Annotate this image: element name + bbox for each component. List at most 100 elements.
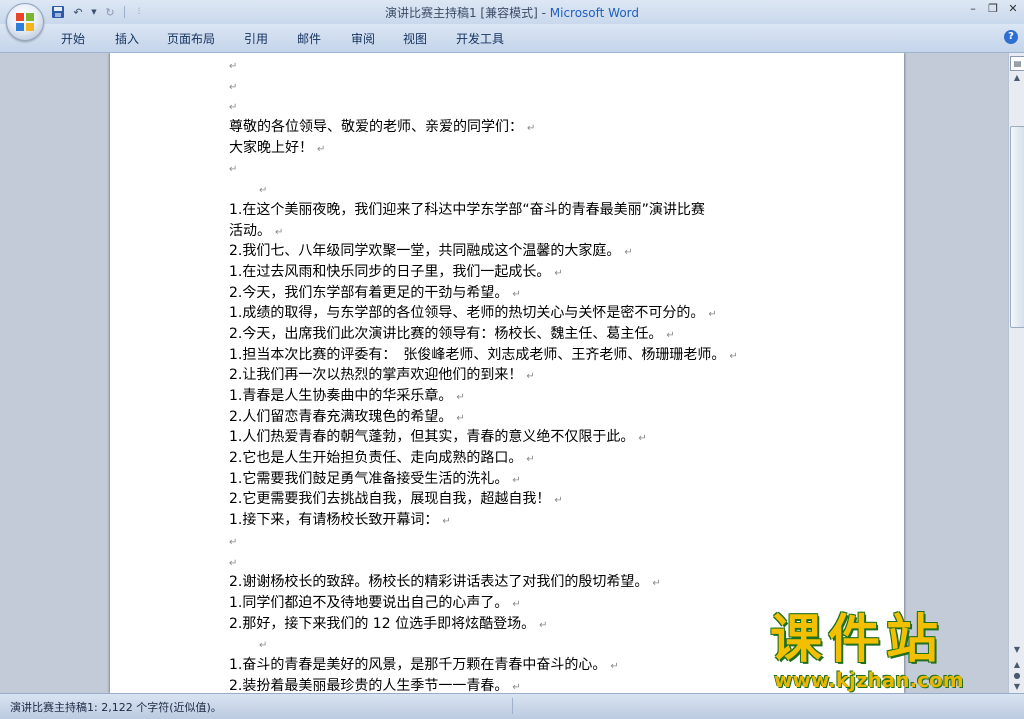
- document-line[interactable]: 1.奋斗的青春是美好的风景，是那千万颗在青春中奋斗的心。 ↵: [229, 655, 829, 676]
- paragraph-mark: ↵: [729, 350, 738, 362]
- document-title: 演讲比赛主持稿1 [兼容模式] -: [384, 6, 550, 20]
- document-workspace: ↵ ↵ ↵ 尊敬的各位领导、敬爱的老师、亲爱的同学们： ↵ 大家晚上好！ ↵ ↵ ↵ 1.在这个美…: [0, 53, 1008, 693]
- document-line-text: 1.人们热爱青春的朝气蓬勃，但其实，青春的意义绝不仅限于此。: [229, 429, 635, 446]
- paragraph-mark: ↵: [229, 164, 238, 176]
- document-line-text: 1.成绩的取得，与东学部的各位领导、老师的热切关心与关怀是密不可分的。: [229, 305, 705, 322]
- paragraph-mark: ↵: [229, 61, 238, 72]
- paragraph-mark: ↵: [229, 81, 238, 93]
- window-controls: – ❐ ✕: [966, 2, 1020, 15]
- document-line-text: 1.它需要我们鼓足勇气准备接受生活的洗礼。: [229, 470, 509, 487]
- paragraph-mark: ↵: [708, 309, 717, 321]
- paragraph-mark: ↵: [456, 392, 465, 403]
- document-line-text: 2.今天，我们东学部有着更足的干劲与希望。: [229, 284, 509, 301]
- status-separator: [512, 698, 513, 714]
- word-count-status[interactable]: 演讲比赛主持稿1: 2,122 个字符(近似值)。: [10, 699, 222, 715]
- document-line-text: 活动。: [229, 222, 271, 239]
- document-line[interactable]: ↵: [229, 552, 829, 573]
- document-line[interactable]: 2.它也是人生开始担负责任、走向成熟的路口。 ↵: [229, 448, 829, 469]
- document-line[interactable]: ↵: [229, 55, 829, 76]
- document-line[interactable]: 1.担当本次比赛的评委有： 张俊峰老师、刘志成老师、王齐老师、杨珊珊老师。 ↵: [229, 345, 829, 366]
- paragraph-mark: ↵: [512, 598, 521, 610]
- tab-page-layout[interactable]: 页面布局: [167, 30, 215, 47]
- status-bar: 演讲比赛主持稿1: 2,122 个字符(近似值)。: [0, 693, 1024, 719]
- document-line[interactable]: ↵: [229, 158, 829, 179]
- paragraph-mark: ↵: [512, 288, 521, 300]
- paragraph-mark: ↵: [259, 185, 268, 197]
- ribbon-tabs: 开始 插入 页面布局 引用 邮件 审阅 视图 开发工具 ?: [0, 24, 1024, 53]
- paragraph-mark: ↵: [554, 495, 563, 507]
- document-line-text: 1.在这个美丽夜晚，我们迎来了科达中学东学部“奋斗的青春最美丽”演讲比赛: [229, 201, 705, 218]
- close-icon[interactable]: ✕: [1006, 2, 1020, 15]
- document-line[interactable]: 2.人们留恋青春充满玫瑰色的希望。 ↵: [229, 407, 829, 428]
- office-button[interactable]: [6, 3, 44, 41]
- minimize-icon[interactable]: –: [966, 2, 980, 15]
- document-line-text: 1.接下来，有请杨校长致开幕词：: [229, 512, 439, 529]
- tab-mailings[interactable]: 邮件: [297, 30, 321, 47]
- document-line[interactable]: 尊敬的各位领导、敬爱的老师、亲爱的同学们： ↵: [229, 117, 829, 138]
- paragraph-mark: ↵: [229, 536, 238, 548]
- document-line[interactable]: 1.接下来，有请杨校长致开幕词： ↵: [229, 510, 829, 531]
- document-line[interactable]: 2.今天，我们东学部有着更足的干劲与希望。 ↵: [229, 283, 829, 304]
- tab-references[interactable]: 引用: [244, 30, 268, 47]
- document-line-text: 1.同学们都迫不及待地要说出自己的心声了。: [229, 594, 509, 611]
- document-line[interactable]: 1.同学们都迫不及待地要说出自己的心声了。 ↵: [229, 593, 829, 614]
- paragraph-mark: ↵: [638, 433, 647, 445]
- document-line-text: 2.人们留恋青春充满玫瑰色的希望。: [229, 408, 453, 425]
- restore-icon[interactable]: ❐: [986, 2, 1000, 15]
- document-line[interactable]: ↵: [229, 76, 829, 97]
- document-line[interactable]: 1.成绩的取得，与东学部的各位领导、老师的热切关心与关怀是密不可分的。 ↵: [229, 303, 829, 324]
- document-line[interactable]: ↵: [229, 531, 829, 552]
- next-page-icon[interactable]: ▼: [1010, 681, 1024, 693]
- document-line-text: 1.担当本次比赛的评委有： 张俊峰老师、刘志成老师、王齐老师、杨珊珊老师。: [229, 346, 726, 363]
- paragraph-mark: ↵: [442, 516, 451, 528]
- paragraph-mark: ↵: [456, 412, 465, 424]
- tab-view[interactable]: 视图: [403, 30, 427, 47]
- scroll-down-icon[interactable]: ▼: [1010, 643, 1024, 657]
- document-line[interactable]: 活动。 ↵: [229, 221, 829, 242]
- tab-developer[interactable]: 开发工具: [456, 30, 504, 47]
- document-line[interactable]: 1.青春是人生协奏曲中的华采乐章。 ↵: [229, 386, 829, 407]
- scroll-thumb[interactable]: [1010, 126, 1024, 328]
- paragraph-mark: ↵: [527, 123, 536, 135]
- paragraph-mark: ↵: [259, 640, 268, 652]
- document-line-text: 1.青春是人生协奏曲中的华采乐章。: [229, 388, 453, 404]
- vertical-scrollbar[interactable]: ▤ ▲ ▼ ▲ ● ▼: [1008, 53, 1024, 693]
- ruler-toggle-icon[interactable]: ▤: [1010, 56, 1024, 71]
- document-body[interactable]: ↵ ↵ ↵ 尊敬的各位领导、敬爱的老师、亲爱的同学们： ↵ 大家晚上好！ ↵ ↵ ↵ 1.在这个美…: [229, 55, 829, 693]
- document-line[interactable]: ↵: [229, 634, 829, 655]
- document-line[interactable]: 2.谢谢杨校长的致辞。杨校长的精彩讲话表达了对我们的殷切希望。 ↵: [229, 572, 829, 593]
- document-line[interactable]: 2.那好，接下来我们的 12 位选手即将炫酷登场。 ↵: [229, 614, 829, 635]
- title-bar: ↶ ▼ ↻ ⫶ 演讲比赛主持稿1 [兼容模式] - Microsoft Word…: [0, 0, 1024, 24]
- document-line[interactable]: 1.它需要我们鼓足勇气准备接受生活的洗礼。 ↵: [229, 469, 829, 490]
- document-line-text: 1.在过去风雨和快乐同步的日子里，我们一起成长。: [229, 263, 551, 280]
- document-line-text: 2.装扮着最美丽最珍贵的人生季节一一青春。: [229, 677, 509, 693]
- help-icon[interactable]: ?: [1004, 30, 1018, 44]
- document-line[interactable]: 2.让我们再一次以热烈的掌声欢迎他们的到来！ ↵: [229, 365, 829, 386]
- document-line-text: 2.谢谢杨校长的致辞。杨校长的精彩讲话表达了对我们的殷切希望。: [229, 574, 649, 591]
- paragraph-mark: ↵: [317, 143, 326, 155]
- tab-insert[interactable]: 插入: [115, 30, 139, 47]
- tab-review[interactable]: 审阅: [351, 30, 375, 47]
- document-line-text: 1.奋斗的青春是美好的风景，是那千万颗在青春中奋斗的心。: [229, 656, 607, 673]
- document-line[interactable]: 1.在这个美丽夜晚，我们迎来了科达中学东学部“奋斗的青春最美丽”演讲比赛: [229, 200, 829, 221]
- document-line-text: 2.今天，出席我们此次演讲比赛的领导有：杨校长、魏主任、葛主任。: [229, 325, 663, 342]
- document-line[interactable]: ↵: [229, 179, 829, 200]
- document-line-text: 2.那好，接下来我们的 12 位选手即将炫酷登场。: [229, 615, 536, 632]
- scroll-up-icon[interactable]: ▲: [1010, 71, 1024, 85]
- paragraph-mark: ↵: [512, 681, 521, 693]
- document-line[interactable]: 2.我们七、八年级同学欢聚一堂，共同融成这个温馨的大家庭。 ↵: [229, 241, 829, 262]
- tab-home[interactable]: 开始: [61, 30, 85, 47]
- document-line[interactable]: 2.今天，出席我们此次演讲比赛的领导有：杨校长、魏主任、葛主任。 ↵: [229, 324, 829, 345]
- document-line[interactable]: 1.在过去风雨和快乐同步的日子里，我们一起成长。 ↵: [229, 262, 829, 283]
- document-line[interactable]: 大家晚上好！ ↵: [229, 138, 829, 159]
- paragraph-mark: ↵: [624, 247, 633, 259]
- document-line[interactable]: ↵: [229, 96, 829, 117]
- paragraph-mark: ↵: [526, 454, 535, 466]
- document-line[interactable]: 2.它更需要我们去挑战自我，展现自我，超越自我！ ↵: [229, 489, 829, 510]
- window-title: 演讲比赛主持稿1 [兼容模式] - Microsoft Word: [0, 4, 1024, 21]
- document-line[interactable]: 1.人们热爱青春的朝气蓬勃，但其实，青春的意义绝不仅限于此。 ↵: [229, 427, 829, 448]
- app-name: Microsoft Word: [549, 6, 640, 20]
- document-line[interactable]: 2.装扮着最美丽最珍贵的人生季节一一青春。 ↵: [229, 676, 829, 693]
- document-line-text: 2.让我们再一次以热烈的掌声欢迎他们的到来！: [229, 367, 523, 384]
- document-page[interactable]: ↵ ↵ ↵ 尊敬的各位领导、敬爱的老师、亲爱的同学们： ↵ 大家晚上好！ ↵ ↵ ↵ 1.在这个美…: [110, 53, 904, 693]
